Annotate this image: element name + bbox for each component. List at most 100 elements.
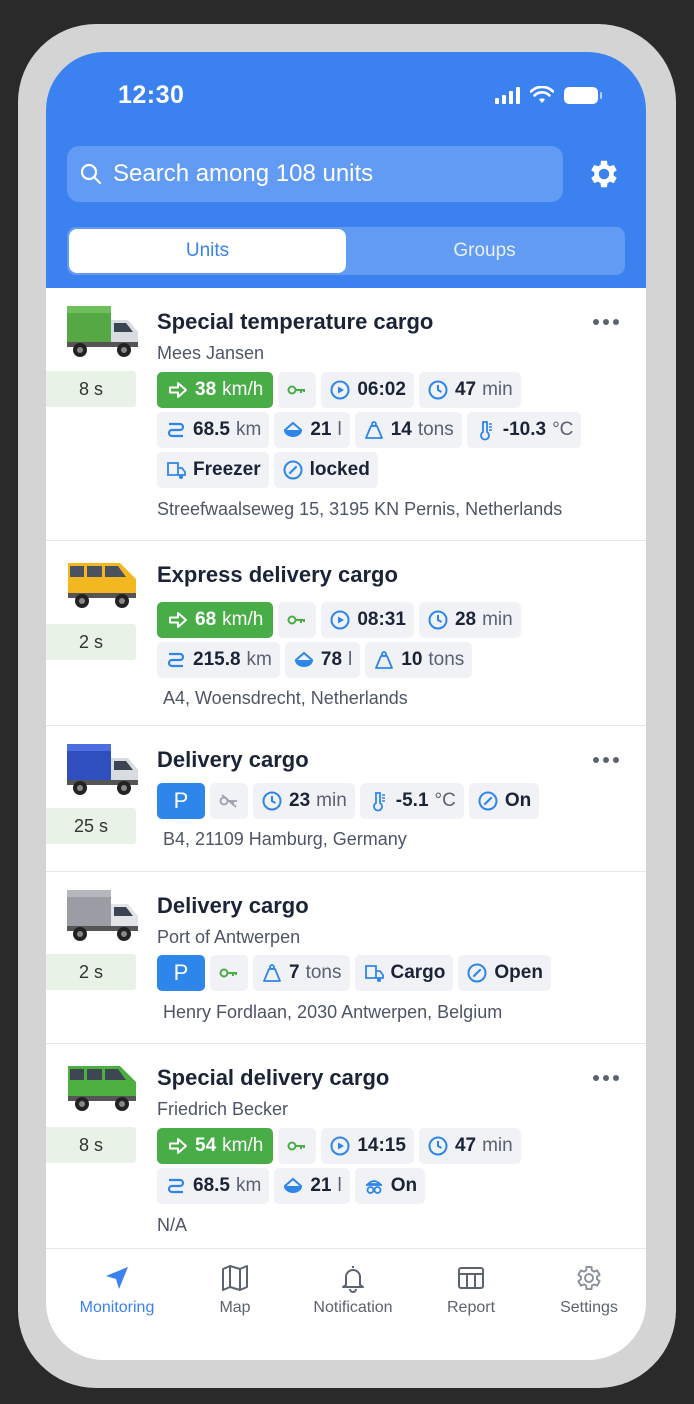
- weight-chip: 14 tons: [354, 412, 462, 448]
- elapsed-time: 8 s: [46, 1127, 136, 1163]
- unit-address: A4, Woensdrecht, Netherlands: [163, 688, 408, 708]
- unit-address: Streefwaalseweg 15, 3195 KN Pernis, Neth…: [157, 499, 563, 519]
- trailer-icon: [167, 462, 186, 479]
- parking-chip: P: [157, 783, 205, 819]
- map-icon: [222, 1265, 248, 1291]
- play-circle-icon: [330, 610, 350, 630]
- fuel-chip: 78 l: [284, 642, 361, 678]
- chip-row: 54 km/h 14:15 47 min: [157, 1128, 521, 1164]
- chip-row: 215.8 km 78 l 10 tons: [157, 642, 473, 678]
- chip-row: P 7 tons Cargo Open: [157, 955, 551, 991]
- route-icon: [167, 1178, 185, 1194]
- tab-groups[interactable]: Groups: [346, 229, 623, 273]
- clock-icon: [428, 380, 448, 400]
- arrow-right-icon: [169, 382, 187, 398]
- fuel-icon: [294, 651, 313, 667]
- thermometer-icon: [372, 792, 385, 812]
- speed-chip: 68 km/h: [157, 602, 274, 638]
- van-icon: [68, 563, 136, 608]
- last-time-chip: 06:02: [321, 372, 414, 408]
- truck-icon: [67, 744, 138, 795]
- driver-chip: On: [354, 1168, 426, 1204]
- tab-units[interactable]: Units: [69, 229, 346, 273]
- ignition-chip: [278, 1128, 317, 1164]
- key-icon: [287, 385, 306, 395]
- temperature-chip: -10.3 °C: [466, 412, 582, 448]
- more-options-icon[interactable]: [593, 319, 619, 325]
- elapsed-time: 2 s: [46, 624, 136, 660]
- bottom-tab-bar: Monitoring Map Notification Report Setti…: [46, 1248, 646, 1360]
- battery-icon: [564, 86, 602, 104]
- chip-row: P 23 min -5.1 °C On: [157, 783, 540, 819]
- temperature-chip: -5.1 °C: [359, 783, 464, 819]
- ignition-chip: [210, 955, 248, 991]
- elapsed-time: 8 s: [46, 371, 136, 407]
- arrow-right-icon: [169, 612, 187, 628]
- chip-row: 38 km/h 06:02 47 min: [157, 372, 521, 408]
- elapsed-time: 2 s: [46, 954, 136, 990]
- gear-icon: [577, 1266, 601, 1290]
- fuel-chip: 21 l: [274, 412, 350, 448]
- more-options-icon[interactable]: [593, 1075, 619, 1081]
- unit-row[interactable]: 25 s Delivery cargo P 23 min -5.1 °C On …: [46, 726, 646, 872]
- weight-chip: 7 tons: [253, 955, 350, 991]
- tab-map[interactable]: Map: [176, 1263, 294, 1317]
- weight-icon: [375, 651, 394, 669]
- route-icon: [167, 652, 185, 668]
- unit-row[interactable]: 2 s Express delivery cargo 68 km/h 08:31 …: [46, 541, 646, 726]
- chip-row: 68.5 km 21 l 14 tons -10.3 °C: [157, 412, 582, 448]
- trailer-icon: [364, 965, 384, 982]
- sensor-circle-icon: [283, 460, 303, 480]
- ignition-chip: [278, 372, 317, 408]
- unit-title: Delivery cargo: [157, 893, 309, 918]
- chip-row: 68.5 km 21 l On: [157, 1168, 426, 1204]
- distance-chip: 68.5 km: [157, 1168, 270, 1204]
- tab-report[interactable]: Report: [412, 1263, 530, 1317]
- play-circle-icon: [330, 1136, 350, 1156]
- unit-title: Express delivery cargo: [157, 562, 398, 587]
- sensor-circle-icon: [478, 791, 498, 811]
- tab-notification[interactable]: Notification: [294, 1263, 412, 1317]
- fuel-chip: 21 l: [274, 1168, 350, 1204]
- duration-chip: 47 min: [418, 1128, 521, 1164]
- clock-icon: [262, 791, 282, 811]
- speed-chip: 38 km/h: [157, 372, 274, 408]
- last-time-chip: 14:15: [321, 1128, 414, 1164]
- status-time: 12:30: [118, 81, 185, 109]
- unit-address: N/A: [157, 1215, 188, 1235]
- weight-icon: [364, 421, 383, 439]
- truck-icon: [67, 890, 138, 941]
- fuel-icon: [284, 421, 303, 437]
- units-groups-switch: Units Groups: [67, 227, 625, 275]
- unit-row[interactable]: 2 s Delivery cargo Port of Antwerpen P 7…: [46, 872, 646, 1044]
- unit-subtitle: Mees Jansen: [157, 343, 265, 363]
- table-icon: [458, 1267, 484, 1289]
- key-off-icon: [219, 794, 237, 808]
- trailer-chip: Freezer: [157, 452, 269, 488]
- key-icon: [219, 968, 237, 978]
- tab-monitoring[interactable]: Monitoring: [58, 1263, 176, 1317]
- search-input[interactable]: Search among 108 units: [113, 160, 373, 188]
- duration-chip: 28 min: [418, 602, 521, 638]
- unit-address: B4, 21109 Hamburg, Germany: [163, 829, 407, 849]
- more-options-icon[interactable]: [593, 757, 619, 763]
- chip-row: 68 km/h 08:31 28 min: [157, 602, 521, 638]
- unit-address: Henry Fordlaan, 2030 Antwerpen, Belgium: [163, 1002, 503, 1022]
- chip-row: Freezer locked: [157, 452, 378, 488]
- unit-title: Special temperature cargo: [157, 309, 434, 334]
- search-bar[interactable]: Search among 108 units: [67, 146, 563, 202]
- gear-icon[interactable]: [586, 156, 622, 192]
- distance-chip: 68.5 km: [157, 412, 270, 448]
- speed-chip: 54 km/h: [157, 1128, 274, 1164]
- lock-chip: locked: [273, 452, 378, 488]
- unit-row[interactable]: 8 s Special temperature cargo Mees Janse…: [46, 288, 646, 541]
- app-screen: 12:30 Search among 108 units Units Group…: [46, 52, 646, 1360]
- tab-settings[interactable]: Settings: [530, 1263, 646, 1317]
- route-icon: [167, 422, 185, 438]
- driver-icon: [365, 1180, 382, 1194]
- bell-icon: [342, 1266, 364, 1293]
- play-circle-icon: [330, 380, 350, 400]
- unit-row[interactable]: 8 s Special delivery cargo Friedrich Bec…: [46, 1044, 646, 1250]
- unit-subtitle: Friedrich Becker: [157, 1099, 289, 1119]
- weight-chip: 10 tons: [365, 642, 473, 678]
